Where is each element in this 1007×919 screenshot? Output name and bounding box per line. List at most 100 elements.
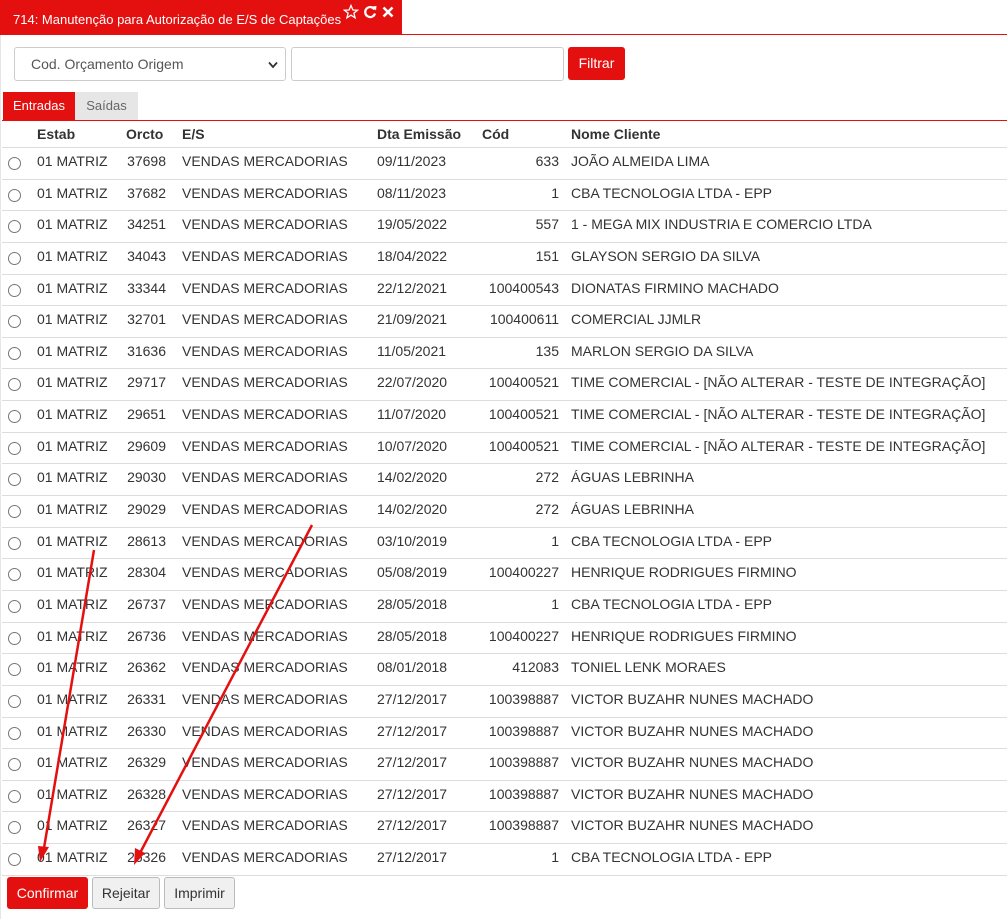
reject-button[interactable]: Rejeitar [92, 877, 160, 909]
row-select-radio[interactable] [8, 663, 21, 677]
header-nome-cliente[interactable]: Nome Cliente [571, 126, 660, 142]
row-select-radio[interactable] [8, 568, 21, 582]
row-select-radio[interactable] [8, 283, 21, 297]
table-row[interactable]: 01 MATRIZ 29651 VENDAS MERCADORIAS 11/07/20… [2, 401, 1007, 433]
table-row[interactable]: 01 MATRIZ 26362 VENDAS MERCADORIAS 08/01/20… [2, 654, 1007, 686]
table-row[interactable]: 01 MATRIZ 34043 VENDAS MERCADORIAS 18/04/20… [2, 243, 1007, 275]
table-row[interactable]: 01 MATRIZ 37698 VENDAS MERCADORIAS 09/11/20… [2, 148, 1007, 180]
row-select-radio[interactable] [8, 346, 21, 360]
cell-dta-emissao: 27/12/2017 [377, 785, 448, 802]
close-icon[interactable] [380, 4, 396, 20]
table-row[interactable]: 01 MATRIZ 37682 VENDAS MERCADORIAS 08/11/20… [2, 180, 1007, 212]
confirm-button[interactable]: Confirmar [7, 877, 88, 909]
cell-cod: 100398887 [488, 754, 559, 771]
print-button[interactable]: Imprimir [164, 877, 235, 909]
cell-es: VENDAS MERCADORIAS [182, 469, 348, 486]
row-select-radio[interactable] [8, 410, 21, 424]
cell-cod: 412083 [512, 659, 559, 676]
row-select-radio[interactable] [8, 251, 21, 265]
table-row[interactable]: 01 MATRIZ 32701 VENDAS MERCADORIAS 21/09/20… [2, 306, 1007, 338]
cell-orcto: 26328 [127, 785, 166, 802]
refresh-icon[interactable] [362, 4, 378, 20]
cell-es: VENDAS MERCADORIAS [182, 406, 348, 423]
cell-dta-emissao: 09/11/2023 [377, 153, 447, 169]
table-row[interactable]: 01 MATRIZ 28304 VENDAS MERCADORIAS 05/08/20… [2, 559, 1007, 591]
cell-estab: 01 MATRIZ [37, 627, 108, 644]
row-select-radio[interactable] [8, 599, 21, 613]
cell-nome-cliente: TONIEL LENK MORAES [571, 659, 726, 676]
table-row[interactable]: 01 MATRIZ 31636 VENDAS MERCADORIAS 11/05/20… [2, 338, 1007, 370]
table-row[interactable]: 01 MATRIZ 26327 VENDAS MERCADORIAS 27/12/20… [2, 812, 1007, 845]
row-select-radio[interactable] [8, 441, 21, 455]
tab-saidas[interactable]: Saídas [75, 92, 138, 121]
table-row[interactable]: 01 MATRIZ 33344 VENDAS MERCADORIAS 22/12/20… [2, 275, 1007, 307]
header-dta-emissao[interactable]: Dta Emissão [377, 126, 461, 142]
cell-cod: 100400227 [488, 627, 559, 644]
filter-field-select[interactable]: Cod. Orçamento Origem [14, 47, 286, 81]
header-cod[interactable]: Cód [482, 126, 509, 142]
cell-estab: 01 MATRIZ [37, 785, 108, 802]
cell-es: VENDAS MERCADORIAS [182, 627, 348, 644]
row-select-radio[interactable] [8, 188, 21, 202]
row-select-radio[interactable] [8, 821, 21, 835]
cell-orcto: 31636 [127, 342, 166, 359]
table-row[interactable]: 01 MATRIZ 26331 VENDAS MERCADORIAS 27/12/20… [2, 686, 1007, 718]
cell-dta-emissao: 27/12/2017 [377, 817, 448, 834]
cell-cod: 1 [551, 849, 559, 866]
row-select-radio[interactable] [8, 315, 21, 329]
table-row[interactable]: 01 MATRIZ 28613 VENDAS MERCADORIAS 03/10/20… [2, 528, 1007, 560]
table-row[interactable]: 01 MATRIZ 29717 VENDAS MERCADORIAS 22/07/20… [2, 369, 1007, 402]
table-row[interactable]: 01 MATRIZ 29030 VENDAS MERCADORIAS 14/02/20… [2, 464, 1007, 497]
table-row[interactable]: 01 MATRIZ 29029 VENDAS MERCADORIAS 14/02/20… [2, 496, 1007, 528]
table-row[interactable]: 01 MATRIZ 26329 VENDAS MERCADORIAS 27/12/20… [2, 749, 1007, 781]
cell-estab: 01 MATRIZ [37, 659, 108, 676]
filter-input[interactable] [291, 47, 564, 81]
tab-entradas[interactable]: Entradas [3, 92, 75, 121]
cell-es: VENDAS MERCADORIAS [182, 754, 348, 771]
row-select-radio[interactable] [8, 789, 21, 803]
table-row[interactable]: 01 MATRIZ 26328 VENDAS MERCADORIAS 27/12/20… [2, 781, 1007, 813]
row-select-radio[interactable] [8, 631, 21, 645]
cell-estab: 01 MATRIZ [37, 437, 108, 454]
cell-cod: 100398887 [488, 817, 559, 834]
header-estab[interactable]: Estab [37, 126, 75, 142]
table-row[interactable]: 01 MATRIZ 26326 VENDAS MERCADORIAS 27/12/20… [2, 844, 1007, 876]
table-row[interactable]: 01 MATRIZ 26737 VENDAS MERCADORIAS 28/05/20… [2, 591, 1007, 623]
cell-dta-emissao: 28/05/2018 [377, 627, 448, 644]
row-select-radio[interactable] [8, 220, 21, 234]
cell-es: VENDAS MERCADORIAS [182, 595, 348, 612]
cell-dta-emissao: 19/05/2022 [377, 216, 448, 233]
cell-nome-cliente: GLAYSON SERGIO DA SILVA [571, 247, 761, 264]
header-es[interactable]: E/S [182, 126, 205, 142]
cell-cod: 135 [535, 342, 559, 359]
cell-cod: 100398887 [488, 690, 559, 707]
cell-cod: 100400611 [489, 311, 559, 328]
filter-select-value: Cod. Orçamento Origem [31, 56, 184, 72]
cell-nome-cliente: ÁGUAS LEBRINHA [571, 501, 694, 518]
row-select-radio[interactable] [8, 758, 21, 772]
table-row[interactable]: 01 MATRIZ 26330 VENDAS MERCADORIAS 27/12/20… [2, 718, 1007, 750]
cell-orcto: 26326 [127, 849, 166, 866]
table-row[interactable]: 01 MATRIZ 34251 VENDAS MERCADORIAS 19/05/20… [2, 211, 1007, 243]
header-orcto[interactable]: Orcto [126, 126, 163, 142]
chevron-down-icon [268, 61, 278, 69]
row-select-radio[interactable] [8, 378, 21, 392]
cell-nome-cliente: 1 - MEGA MIX INDUSTRIA E COMERCIO LTDA [571, 216, 872, 233]
table-row[interactable]: 01 MATRIZ 26736 VENDAS MERCADORIAS 28/05/20… [2, 623, 1007, 655]
window-title-tab[interactable]: 714: Manutenção para Autorização de E/S … [0, 0, 402, 34]
filter-button[interactable]: Filtrar [568, 47, 625, 80]
row-select-radio[interactable] [8, 694, 21, 708]
row-select-radio[interactable] [8, 157, 21, 170]
cell-orcto: 28304 [127, 564, 166, 581]
row-select-radio[interactable] [8, 726, 21, 740]
cell-dta-emissao: 27/12/2017 [377, 754, 448, 771]
star-icon[interactable] [343, 4, 359, 20]
row-select-radio[interactable] [8, 505, 21, 519]
row-select-radio[interactable] [8, 473, 21, 487]
row-select-radio[interactable] [8, 536, 21, 550]
cell-nome-cliente: CBA TECNOLOGIA LTDA - EPP [571, 849, 772, 866]
row-select-radio[interactable] [8, 853, 21, 867]
table-row[interactable]: 01 MATRIZ 29609 VENDAS MERCADORIAS 10/07/20… [2, 433, 1007, 465]
table-header: Estab Orcto E/S Dta Emissão Cód Nome Cli… [2, 121, 1007, 148]
cell-dta-emissao: 11/07/2020 [377, 406, 447, 423]
